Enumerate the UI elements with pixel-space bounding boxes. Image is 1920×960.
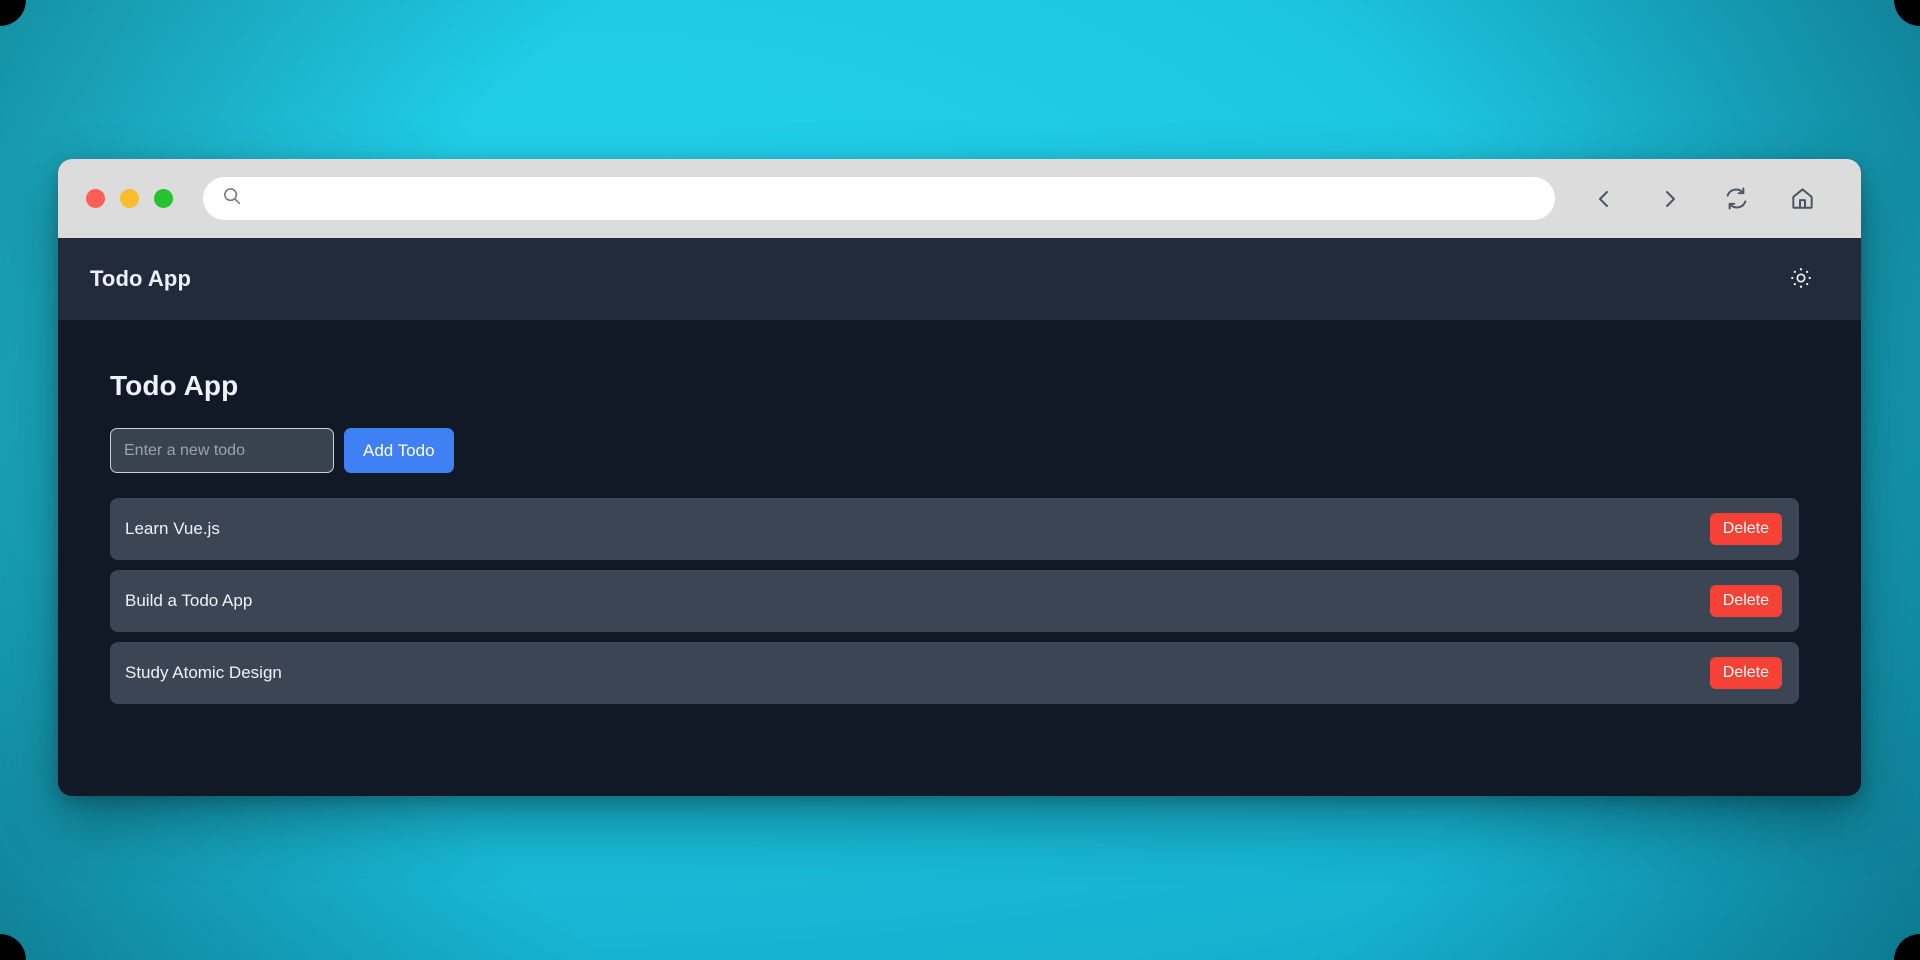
todo-list-item[interactable]: Study Atomic Design Delete xyxy=(110,642,1799,704)
screen-corner-bottom-right xyxy=(1894,934,1920,960)
browser-toolbar xyxy=(58,159,1861,238)
reload-button[interactable] xyxy=(1703,175,1769,223)
home-button[interactable] xyxy=(1769,175,1835,223)
traffic-lights xyxy=(86,189,173,208)
back-icon xyxy=(1592,187,1616,211)
sun-icon xyxy=(1789,266,1813,293)
screen-corner-top-right xyxy=(1894,0,1920,26)
url-input[interactable] xyxy=(253,177,1537,220)
home-icon xyxy=(1790,186,1815,211)
desktop-background: Todo App Todo App Enter a new todo Add T… xyxy=(0,0,1920,960)
forward-button[interactable] xyxy=(1637,175,1703,223)
app-header: Todo App xyxy=(58,238,1861,320)
todo-list-item[interactable]: Build a Todo App Delete xyxy=(110,570,1799,632)
search-icon xyxy=(221,185,243,212)
todo-list-item[interactable]: Learn Vue.js Delete xyxy=(110,498,1799,560)
theme-toggle-button[interactable] xyxy=(1781,259,1821,299)
new-todo-input[interactable] xyxy=(110,428,334,473)
todo-list: Learn Vue.js Delete Build a Todo App Del… xyxy=(110,498,1799,704)
browser-window: Todo App Todo App Enter a new todo Add T… xyxy=(58,159,1861,796)
back-button[interactable] xyxy=(1571,175,1637,223)
todo-item-text: Build a Todo App xyxy=(125,591,253,610)
close-window-button[interactable] xyxy=(86,189,105,208)
todo-item-text: Learn Vue.js xyxy=(125,519,220,538)
screen-corner-top-left xyxy=(0,0,26,26)
delete-todo-button[interactable]: Delete xyxy=(1709,513,1782,545)
minimize-window-button[interactable] xyxy=(120,189,139,208)
screen-corner-bottom-left xyxy=(0,934,26,960)
todo-form: Add Todo xyxy=(110,428,1799,473)
browser-nav-buttons xyxy=(1571,175,1835,223)
app-content: Todo App Add Todo Learn Vue.js Delete Bu… xyxy=(58,320,1861,796)
delete-todo-button[interactable]: Delete xyxy=(1709,657,1782,689)
delete-todo-button[interactable]: Delete xyxy=(1709,585,1782,617)
app-header-title: Todo App xyxy=(90,266,191,291)
url-bar[interactable] xyxy=(203,177,1555,220)
reload-icon xyxy=(1724,186,1749,211)
forward-icon xyxy=(1658,187,1682,211)
page-title: Todo App xyxy=(110,370,239,401)
maximize-window-button[interactable] xyxy=(154,189,173,208)
todo-item-text: Study Atomic Design xyxy=(125,663,282,682)
add-todo-button[interactable]: Add Todo xyxy=(344,428,454,473)
